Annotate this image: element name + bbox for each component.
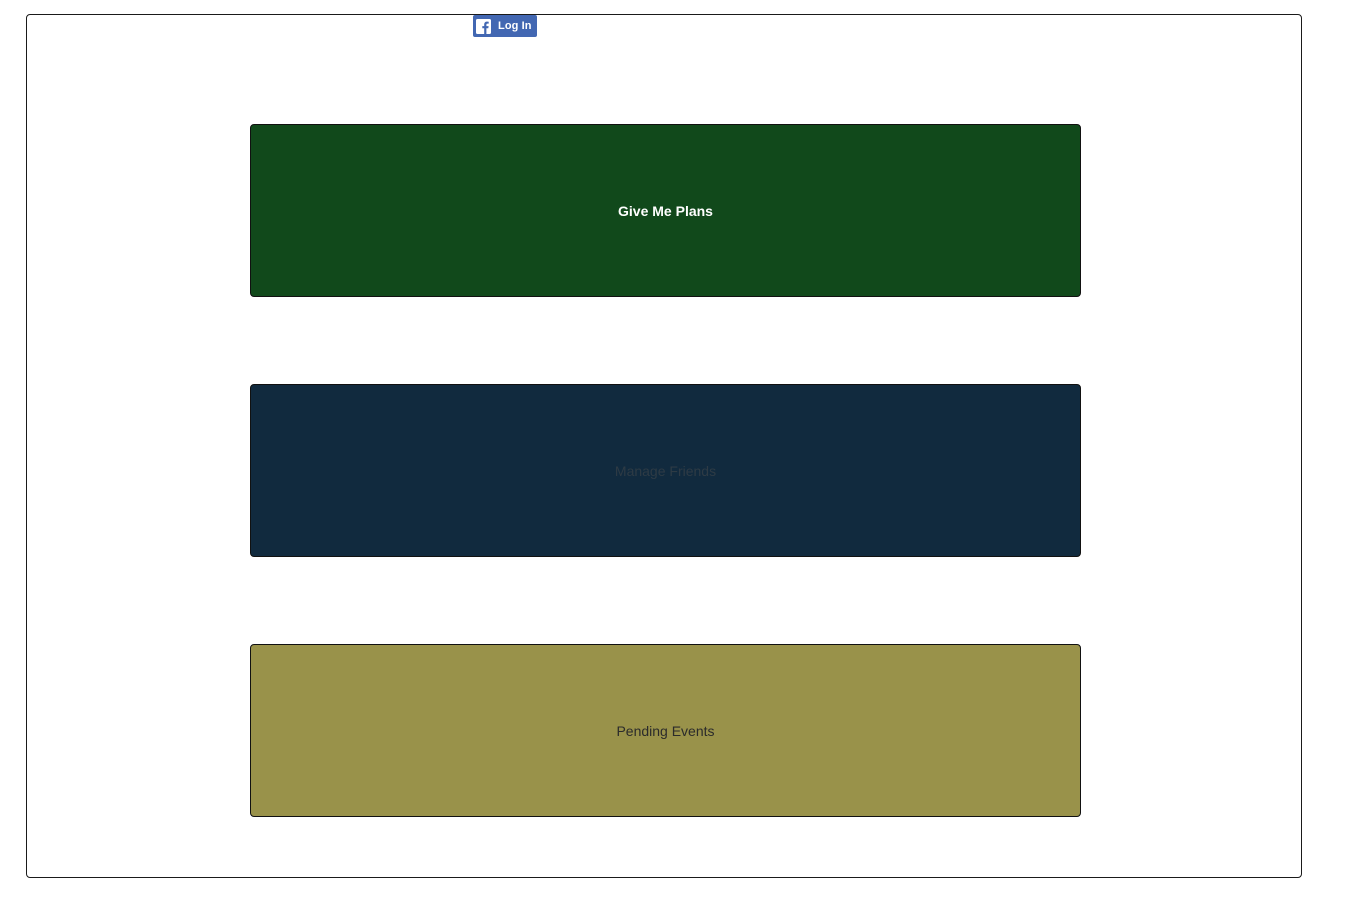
give-me-plans-button[interactable]: Give Me Plans: [250, 124, 1081, 297]
pending-events-label: Pending Events: [616, 722, 715, 739]
give-me-plans-label: Give Me Plans: [618, 202, 713, 219]
facebook-login-label: Log In: [498, 20, 532, 32]
pending-events-button[interactable]: Pending Events: [250, 644, 1081, 817]
manage-friends-button[interactable]: Manage Friends: [250, 384, 1081, 557]
facebook-f-icon: [476, 18, 491, 34]
manage-friends-label: Manage Friends: [614, 462, 717, 479]
facebook-login-button[interactable]: Log In: [473, 15, 537, 37]
